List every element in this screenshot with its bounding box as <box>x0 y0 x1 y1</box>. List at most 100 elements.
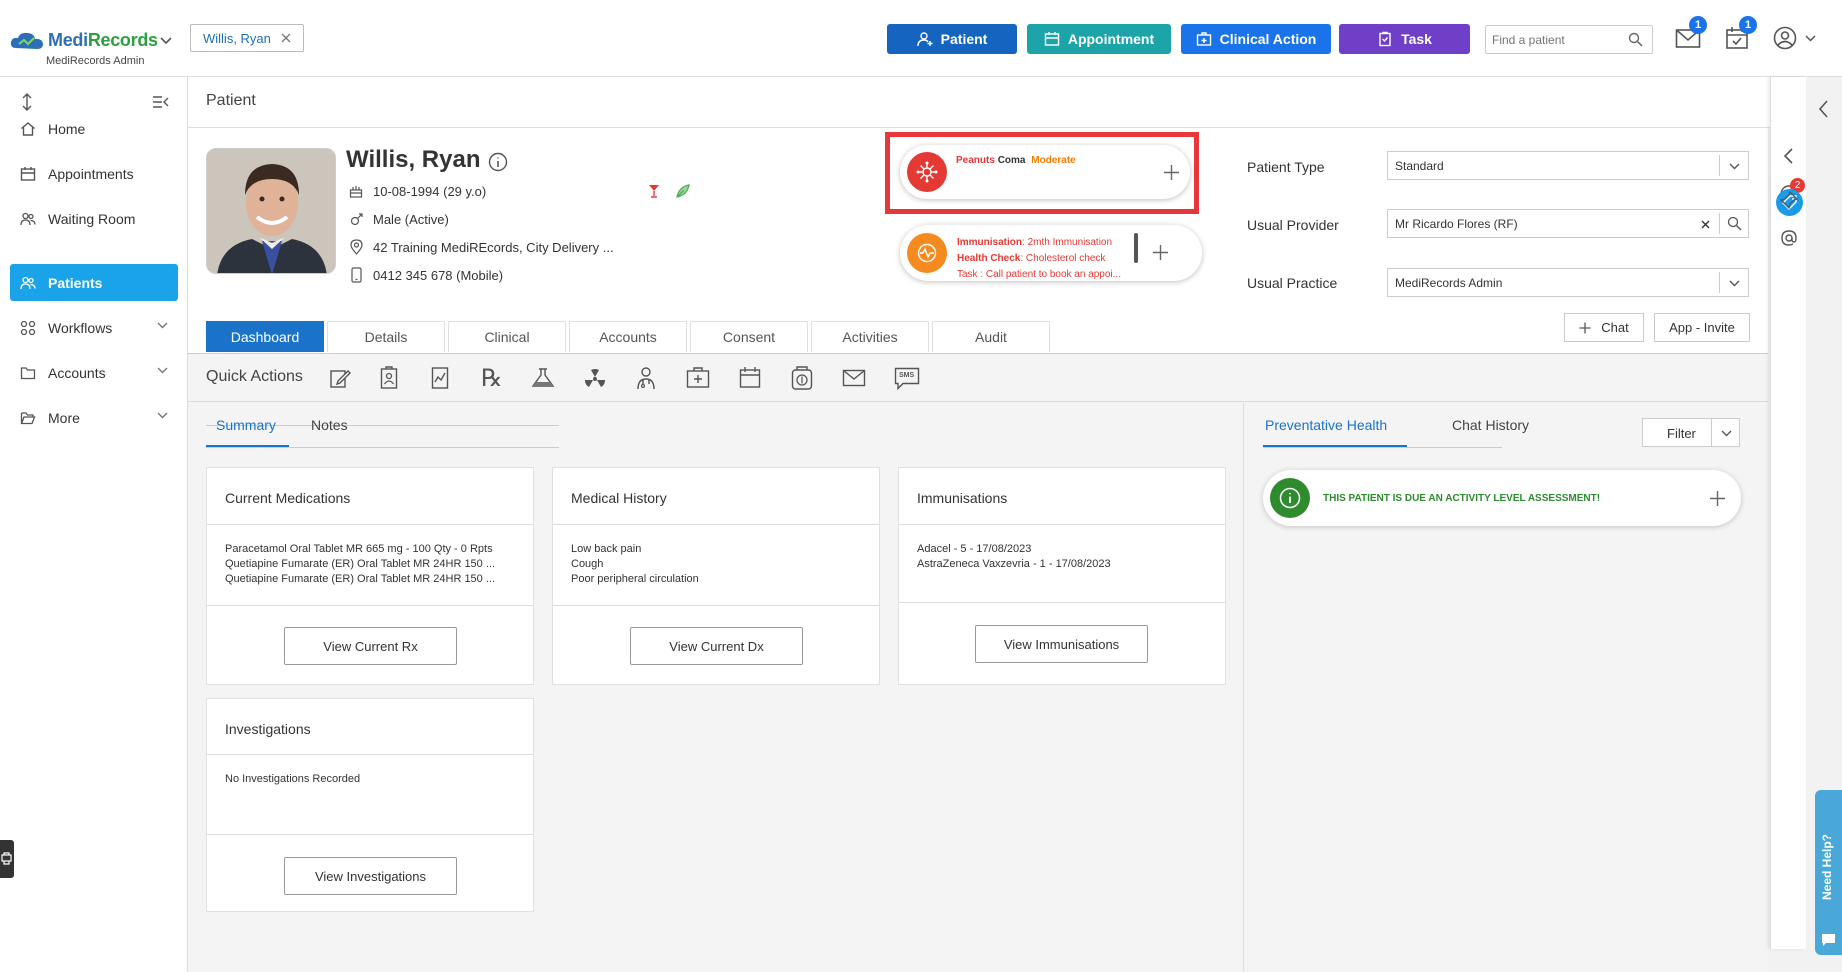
folder-icon <box>20 366 36 379</box>
history-list: Low back pain Cough Poor peripheral circ… <box>571 543 699 585</box>
prescription-icon[interactable]: ℞ <box>481 364 503 392</box>
mention-icon[interactable] <box>1781 230 1797 246</box>
medications-list: Paracetamol Oral Tablet MR 665 mg - 100 … <box>225 543 496 585</box>
app-invite-button[interactable]: App - Invite <box>1654 313 1750 342</box>
doctor-icon[interactable] <box>636 366 656 390</box>
tab-consent[interactable]: Consent <box>690 321 808 352</box>
sidebar-item-home[interactable]: Home <box>10 110 178 147</box>
subtab-notes[interactable]: Notes <box>311 417 348 433</box>
search-icon[interactable] <box>1628 32 1643 47</box>
assessment-alert-pill[interactable]: THIS PATIENT IS DUE AN ACTIVITY LEVEL AS… <box>1263 470 1741 526</box>
info-icon <box>1279 487 1301 509</box>
lab-flask-icon[interactable] <box>530 368 556 388</box>
folder-open-icon <box>20 411 36 424</box>
view-investigations-button[interactable]: View Investigations <box>284 857 457 895</box>
add-icon[interactable] <box>1709 490 1726 507</box>
patient-type-label: Patient Type <box>1247 159 1325 175</box>
tab-clinical[interactable]: Clinical <box>448 321 566 352</box>
users-icon <box>20 276 36 289</box>
resize-vertical-icon[interactable] <box>21 93 33 111</box>
tab-dashboard[interactable]: Dashboard <box>206 321 324 352</box>
chat-button[interactable]: Chat <box>1564 313 1644 342</box>
page-header: Patient <box>188 77 1770 128</box>
tab-preventative-health[interactable]: Preventative Health <box>1265 417 1387 433</box>
chevron-down-icon[interactable] <box>160 37 172 45</box>
tab-accounts[interactable]: Accounts <box>569 321 687 352</box>
card-title: Investigations <box>225 721 311 737</box>
reminders-scrollbar[interactable] <box>1134 233 1138 263</box>
sidebar-item-accounts[interactable]: Accounts <box>10 354 178 391</box>
patient-search-input[interactable] <box>1492 32 1628 47</box>
chevron-down-icon <box>1721 430 1732 437</box>
sidebar-item-more[interactable]: More <box>10 399 178 436</box>
logo-text: MediRecords <box>48 30 158 50</box>
add-reminder-icon[interactable] <box>1152 244 1169 261</box>
view-current-rx-button[interactable]: View Current Rx <box>284 627 457 665</box>
new-task-button[interactable]: Task <box>1339 24 1470 54</box>
chevron-left-icon[interactable] <box>1818 100 1828 118</box>
patient-search[interactable] <box>1485 25 1653 54</box>
usual-provider-field[interactable]: Mr Ricardo Flores (RF) <box>1387 209 1749 238</box>
tab-chat-history[interactable]: Chat History <box>1452 417 1529 433</box>
chevron-down-icon <box>1729 280 1740 287</box>
patient-avatar <box>207 149 335 273</box>
tab-audit[interactable]: Audit <box>932 321 1050 352</box>
medical-kit-icon[interactable] <box>686 366 710 388</box>
side-print-tab[interactable] <box>0 840 14 878</box>
immunisations-list: Adacel - 5 - 17/08/2023 AstraZeneca Vaxz… <box>917 543 1111 570</box>
open-patient-chip[interactable]: Willis, Ryan <box>190 24 304 52</box>
sidebar-item-workflows[interactable]: Workflows <box>10 309 178 346</box>
allergy-alert-pill[interactable]: Peanuts Coma Moderate <box>900 145 1190 199</box>
clear-icon[interactable] <box>1701 220 1710 229</box>
cloud-logo-icon <box>10 32 43 49</box>
tab-details[interactable]: Details <box>327 321 445 352</box>
reminders-pill[interactable]: Immunisation: 2mth Immunisation Health C… <box>900 225 1202 281</box>
messages-button[interactable]: 1 <box>1675 16 1707 49</box>
patient-document-icon[interactable] <box>380 366 398 390</box>
reminder-icon-circle <box>907 233 947 273</box>
patient-type-select[interactable]: Standard <box>1387 151 1749 180</box>
chevron-left-icon[interactable] <box>1783 148 1793 164</box>
view-immunisations-button[interactable]: View Immunisations <box>975 625 1148 663</box>
need-help-label: Need Help? <box>1820 834 1834 901</box>
mail-count-badge: 1 <box>1689 16 1707 34</box>
calendar-icon <box>1044 32 1060 46</box>
printer-icon <box>1 852 12 865</box>
new-appointment-button[interactable]: Appointment <box>1027 24 1171 54</box>
allergen-icon <box>916 161 938 183</box>
new-patient-button[interactable]: Patient <box>887 24 1017 54</box>
medical-kit-icon <box>1196 32 1211 46</box>
clinical-action-button[interactable]: Clinical Action <box>1181 24 1331 54</box>
info-icon[interactable] <box>488 152 508 172</box>
page-title: Patient <box>206 92 256 109</box>
tasks-calendar-button[interactable]: 1 <box>1725 16 1757 50</box>
sidebar-item-patients[interactable]: Patients <box>10 264 178 301</box>
user-avatar-icon <box>1773 26 1797 50</box>
usual-practice-label: Usual Practice <box>1247 275 1338 291</box>
chart-document-icon[interactable] <box>431 366 449 390</box>
radiation-icon[interactable] <box>584 368 606 390</box>
sidebar-item-waiting-room[interactable]: Waiting Room <box>10 200 178 237</box>
search-icon[interactable] <box>1727 216 1742 231</box>
mail-icon[interactable] <box>842 369 866 387</box>
collapse-sidebar-icon[interactable] <box>152 95 170 109</box>
sidebar-item-appointments[interactable]: Appointments <box>10 155 178 192</box>
users-icon <box>20 212 36 225</box>
immunisations-card: Immunisations Adacel - 5 - 17/08/2023 As… <box>898 467 1226 685</box>
patient-photo[interactable] <box>206 148 336 274</box>
filter-dropdown[interactable]: Filter <box>1642 418 1740 447</box>
gender-icon <box>350 213 363 226</box>
tab-activities[interactable]: Activities <box>811 321 929 352</box>
edit-note-icon[interactable] <box>329 367 351 389</box>
sms-icon[interactable]: SMS <box>894 367 920 391</box>
view-current-dx-button[interactable]: View Current Dx <box>630 627 803 665</box>
usual-practice-select[interactable]: MediRecords Admin <box>1387 268 1749 297</box>
billing-icon[interactable] <box>791 366 813 390</box>
user-menu[interactable] <box>1773 26 1816 50</box>
close-icon[interactable] <box>281 33 291 43</box>
subtab-summary[interactable]: Summary <box>216 417 276 433</box>
need-help-tab[interactable]: Need Help? <box>1815 790 1842 955</box>
calendar-icon[interactable] <box>739 366 761 388</box>
add-allergy-icon[interactable] <box>1163 164 1180 181</box>
pin-icon[interactable] <box>1780 191 1798 209</box>
